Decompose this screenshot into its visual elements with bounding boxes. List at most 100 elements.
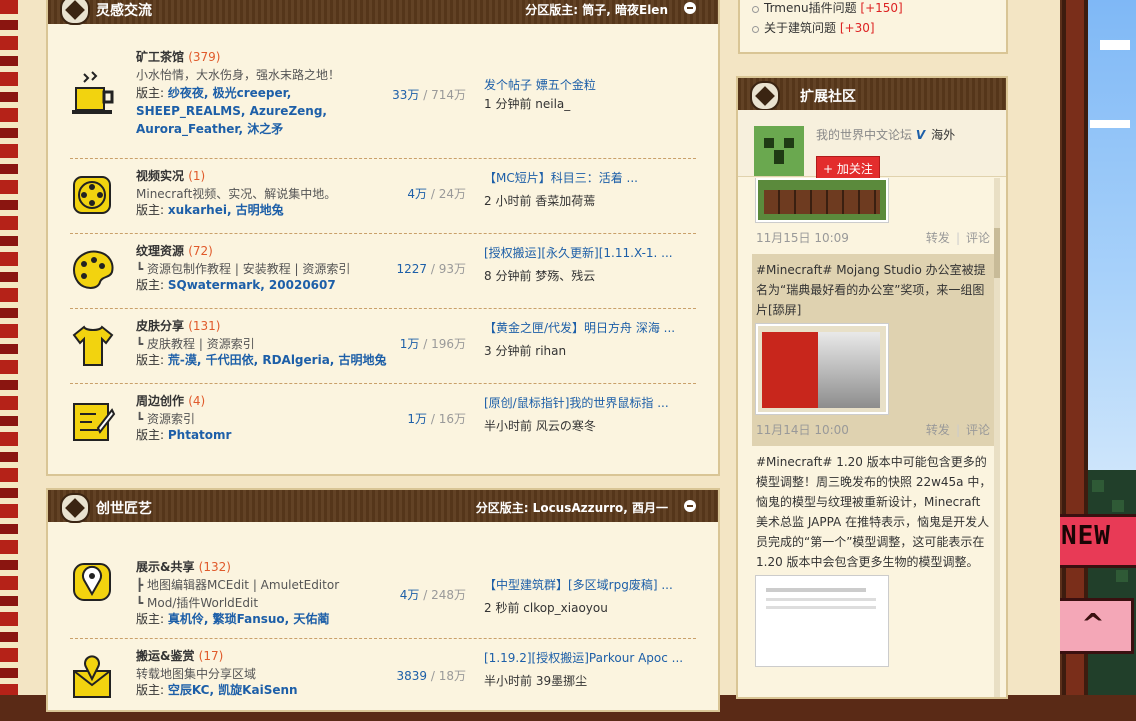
new-badge-text: NEW xyxy=(1061,521,1111,551)
last-post-title[interactable]: [1.19.2][授权搬运]Parkour Apoc ... xyxy=(484,649,684,666)
moderator-links[interactable]: 荒-漠, 千代田依, RDAlgeria, 古明地兔 xyxy=(168,353,387,367)
post-image[interactable] xyxy=(756,178,888,222)
pencil-paper-icon[interactable] xyxy=(70,398,116,444)
forum-stats: 4万 / 24万 xyxy=(407,187,466,201)
forum-desc[interactable]: ┗ Mod/插件WorldEdit xyxy=(136,594,258,611)
last-post-title[interactable]: 【MC短片】科目三：活着 ... xyxy=(484,169,684,186)
moderator-links[interactable]: 真机伶, 繁琐Fansuo, 天佑蔺 xyxy=(168,612,330,626)
last-post-meta: 2 小时前 香菜加荷蔫 xyxy=(484,194,596,208)
forum-stats: 3839 / 18万 xyxy=(396,669,466,683)
hot-questions-panel: Trmenu插件问题 [+150] 关于建筑问题 [+30] xyxy=(738,0,1008,54)
last-post: 发个帖子 嫖五个金粒 1 分钟前 neila_ xyxy=(484,76,684,112)
forum-title-link[interactable]: 矿工茶馆 xyxy=(136,50,184,64)
repost-link[interactable]: 转发 xyxy=(926,231,950,245)
section-title: 扩展社区 xyxy=(800,89,856,105)
film-reel-icon[interactable] xyxy=(70,173,116,219)
back-to-top-button[interactable]: ^ xyxy=(1060,598,1134,654)
feed-post: 11月15日 10:09 转发 | 评论 xyxy=(752,178,996,254)
forum-title-link[interactable]: 搬运&鉴赏 xyxy=(136,649,194,663)
repost-link[interactable]: 转发 xyxy=(926,423,950,437)
feed-scrollbar[interactable] xyxy=(994,178,1000,697)
forum-name[interactable]: 纹理资源 (72) xyxy=(136,242,213,259)
image-content xyxy=(766,606,876,609)
forum-name[interactable]: 皮肤分享 (131) xyxy=(136,317,220,334)
forum-name[interactable]: 周边创作 (4) xyxy=(136,392,205,409)
forum-title-link[interactable]: 周边创作 xyxy=(136,394,184,408)
moderator-links[interactable]: xukarhei, 古明地兔 xyxy=(168,203,284,217)
section-moderators: 分区版主: 筒子, 暗夜Elen xyxy=(525,3,668,17)
comment-link[interactable]: 评论 xyxy=(966,231,990,245)
comment-link[interactable]: 评论 xyxy=(966,423,990,437)
moderator-links[interactable]: Phtatomr xyxy=(168,428,232,442)
collapse-icon[interactable] xyxy=(684,500,696,512)
post-text: #Minecraft# 1.20 版本中可能包含更多的模型调整！周三晚发布的快照… xyxy=(756,455,992,569)
thread-count: 4万 xyxy=(399,588,420,602)
last-post-title[interactable]: [授权搬运][永久更新][1.11.X-1. ... xyxy=(484,244,684,261)
forum-today-count: (1) xyxy=(188,169,206,183)
moderators-label: 版主: xyxy=(136,353,165,367)
new-badge[interactable]: NEW xyxy=(1060,514,1136,568)
forum-name[interactable]: 展示&共享 (132) xyxy=(136,558,231,575)
map-pin-icon[interactable] xyxy=(70,560,116,606)
left-decor-strip xyxy=(0,0,18,695)
account-name-text[interactable]: 我的世界中文论坛 xyxy=(816,128,912,142)
last-post-title[interactable]: 发个帖子 嫖五个金粒 xyxy=(484,76,684,93)
image-content xyxy=(762,332,818,408)
moderator-links[interactable]: SQwatermark, 20020607 xyxy=(168,278,336,292)
post-time[interactable]: 11月14日 10:00 xyxy=(756,423,849,437)
question-link[interactable]: Trmenu插件问题 xyxy=(764,1,857,15)
post-image[interactable] xyxy=(756,324,888,414)
moderators-label: 版主: xyxy=(136,203,165,217)
forum-name[interactable]: 视频实况 (1) xyxy=(136,167,205,184)
section-moderators: 分区版主: LocusAzzurro, 酉月一 xyxy=(475,501,668,515)
forum-desc[interactable]: ┗ 皮肤教程 | 资源索引 xyxy=(136,335,255,352)
forum-today-count: (17) xyxy=(198,649,224,663)
list-item[interactable]: 关于建筑问题 [+30] xyxy=(752,20,1006,40)
section-title[interactable]: 创世匠艺 xyxy=(96,498,152,518)
section-emblem-icon xyxy=(60,0,90,25)
last-post-title[interactable]: [原创/鼠标指针]我的世界鼠标指 ... xyxy=(484,394,684,411)
teacup-icon[interactable] xyxy=(70,70,116,116)
moderator-links[interactable]: 纱夜夜, 极光creeper, SHEEP_REALMS, AzureZeng,… xyxy=(136,86,327,136)
shirt-icon[interactable] xyxy=(70,323,116,369)
forum-title-link[interactable]: 视频实况 xyxy=(136,169,184,183)
forum-title-link[interactable]: 纹理资源 xyxy=(136,244,184,258)
weibo-feed[interactable]: 11月15日 10:09 转发 | 评论 #Minecraft# Mojang Stu… xyxy=(752,178,996,697)
forum-title-link[interactable]: 皮肤分享 xyxy=(136,319,184,333)
forum-row: 皮肤分享 (131) ┗ 皮肤教程 | 资源索引 版主: 荒-漠, 千代田依, … xyxy=(70,309,696,384)
forum-name[interactable]: 矿工茶馆 (379) xyxy=(136,48,220,65)
decorative-scenery: NEW ^ xyxy=(1060,0,1136,695)
forum-moderators: 版主: xukarhei, 古明地兔 xyxy=(136,201,356,219)
last-post-title[interactable]: 【中型建筑群】[多区域rpg废稿] ... xyxy=(484,576,684,593)
forum-name[interactable]: 搬运&鉴赏 (17) xyxy=(136,647,223,664)
palette-icon[interactable] xyxy=(70,248,116,294)
forum-desc[interactable]: ┗ 资源索引 xyxy=(136,410,195,427)
section-title[interactable]: 灵感交流 xyxy=(96,0,152,20)
section-emblem-icon xyxy=(60,493,90,523)
forum-desc[interactable]: ┗ 资源包制作教程 | 安装教程 | 资源索引 xyxy=(136,260,350,277)
section-emblem-icon xyxy=(750,81,780,111)
post-meta: 11月14日 10:00 转发 | 评论 xyxy=(756,423,990,437)
collapse-icon[interactable] xyxy=(684,2,696,14)
post-count: 18万 xyxy=(438,669,466,683)
post-image[interactable] xyxy=(756,576,888,666)
pole-decor xyxy=(1062,0,1088,695)
question-link[interactable]: 关于建筑问题 xyxy=(764,21,836,35)
forum-row: 搬运&鉴赏 (17) 转载地图集中分享区域 版主: 空辰KC, 凯旋KaiSen… xyxy=(70,639,696,713)
location-envelope-icon[interactable] xyxy=(70,655,116,701)
weibo-account-name[interactable]: 我的世界中文论坛 V 海外 xyxy=(816,126,955,143)
moderators-label: 版主: xyxy=(136,278,165,292)
list-item[interactable]: Trmenu插件问题 [+150] xyxy=(752,0,1006,20)
scrollbar-thumb[interactable] xyxy=(994,228,1000,278)
last-post-meta: 3 分钟前 rihan xyxy=(484,344,567,358)
avatar[interactable] xyxy=(754,126,804,176)
forum-today-count: (379) xyxy=(188,50,221,64)
forum-title-link[interactable]: 展示&共享 xyxy=(136,560,194,574)
last-post: 【黄金之匣/代发】明日方舟 深海 ... 3 分钟前 rihan xyxy=(484,319,684,359)
last-post-title[interactable]: 【黄金之匣/代发】明日方舟 深海 ... xyxy=(484,319,684,336)
forum-desc[interactable]: ┣ 地图编辑器MCEdit | AmuletEditor xyxy=(136,576,339,593)
forum-moderators: 版主: 荒-漠, 千代田依, RDAlgeria, 古明地兔 xyxy=(136,351,396,369)
post-time[interactable]: 11月15日 10:09 xyxy=(756,231,849,245)
forum-row: 纹理资源 (72) ┗ 资源包制作教程 | 安装教程 | 资源索引 版主: SQ… xyxy=(70,234,696,309)
last-post: [原创/鼠标指针]我的世界鼠标指 ... 半小时前 风云の寒冬 xyxy=(484,394,684,434)
